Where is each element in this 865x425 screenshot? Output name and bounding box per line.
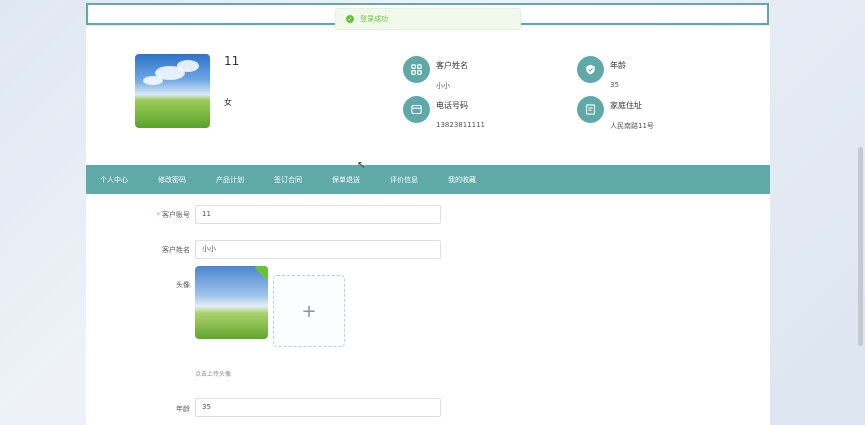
account-label: 客户账号 (162, 211, 190, 219)
tab-reviews[interactable]: 评价信息 (390, 175, 418, 185)
success-toast: ✓ 登录成功 (335, 8, 521, 30)
tab-nav: 个人中心 修改密码 产品计划 签订合同 保单退送 评价信息 我的收藏 (86, 165, 770, 194)
profile-avatar (135, 54, 210, 128)
name-label: 客户姓名 (162, 246, 190, 254)
address-value: 人民南路11号 (610, 122, 654, 130)
page-scrollbar[interactable] (858, 147, 863, 346)
shield-icon (577, 56, 604, 83)
document-icon (577, 96, 604, 123)
account-label-wrap: * 客户账号 (130, 210, 191, 220)
info-age: 年龄 35 (577, 56, 626, 89)
avatar-label: 头像 (176, 281, 190, 289)
info-customer-name: 客户姓名 小小 (403, 56, 468, 91)
toast-message: 登录成功 (360, 15, 388, 23)
card-icon (403, 96, 430, 123)
tab-sign-contract[interactable]: 签订合同 (274, 175, 302, 185)
grid-icon (403, 56, 430, 83)
uploaded-avatar-thumbnail[interactable] (195, 266, 268, 339)
profile-card: 11 女 客户姓名 小小 年龄 35 电话号码 13823811111 家庭住址… (86, 26, 770, 154)
customer-name-value: 小小 (436, 82, 450, 90)
profile-form: * 客户账号 11 客户姓名 小小 头像 (86, 194, 770, 425)
mouse-cursor-icon: ↖ (357, 160, 366, 171)
age-form-label: 年龄 (176, 405, 190, 413)
main-panel: 11 女 客户姓名 小小 年龄 35 电话号码 13823811111 家庭住址… (86, 26, 770, 425)
check-circle-icon: ✓ (346, 15, 354, 23)
profile-name: 11 (224, 54, 240, 68)
avatar-upload-button[interactable]: + (273, 275, 345, 347)
info-address: 家庭住址 人民南路11号 (577, 96, 654, 131)
upload-hint: 点击上传头像 (195, 371, 232, 378)
age-label: 年龄 (610, 61, 626, 70)
age-value: 35 (610, 81, 619, 89)
info-phone: 电话号码 13823811111 (403, 96, 485, 129)
tab-personal-center[interactable]: 个人中心 (100, 175, 128, 185)
tab-policy-return[interactable]: 保单退送 (332, 175, 360, 185)
tab-product-plan[interactable]: 产品计划 (216, 175, 244, 185)
profile-gender: 女 (224, 98, 232, 107)
address-label: 家庭住址 (610, 101, 642, 110)
tab-change-password[interactable]: 修改密码 (158, 175, 186, 185)
age-input[interactable]: 35 (195, 398, 441, 417)
name-input[interactable]: 小小 (195, 240, 441, 259)
customer-name-label: 客户姓名 (436, 61, 468, 70)
tab-favorites[interactable]: 我的收藏 (448, 175, 476, 185)
phone-label: 电话号码 (436, 101, 468, 110)
phone-value: 13823811111 (436, 121, 485, 129)
required-mark: * (156, 211, 161, 219)
plus-icon: + (301, 300, 317, 322)
account-input[interactable]: 11 (195, 205, 441, 224)
success-corner-icon (254, 266, 268, 280)
